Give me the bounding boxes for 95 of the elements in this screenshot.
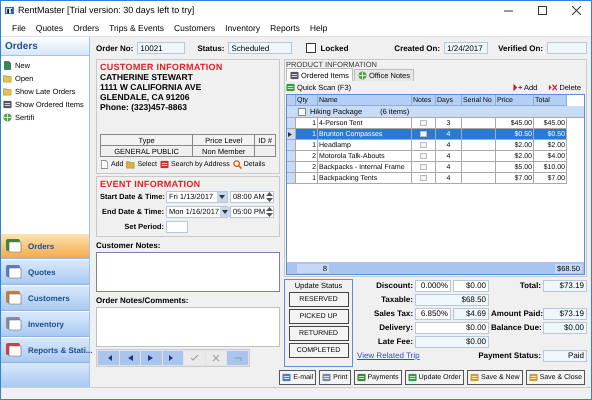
field-label: Balance Due: xyxy=(491,323,541,332)
search-icon xyxy=(232,160,242,168)
verified-date-field[interactable] xyxy=(547,42,587,54)
row-header xyxy=(287,95,296,106)
related-trip-link[interactable]: View Related Trip xyxy=(357,351,451,360)
spin-up-icon xyxy=(266,206,273,210)
row-header[interactable] xyxy=(287,129,296,140)
period-field[interactable] xyxy=(166,220,188,232)
field-label: Total: xyxy=(518,281,541,290)
sidebar-title: Orders xyxy=(1,37,89,56)
close-button[interactable] xyxy=(572,6,580,14)
dropdown-arrow-icon xyxy=(222,210,228,214)
next-icon xyxy=(147,355,156,361)
taxable-field: $68.50 xyxy=(415,294,489,306)
record-nav-button[interactable] xyxy=(141,351,162,365)
menu-item[interactable]: Reports xyxy=(265,22,305,32)
nav-icon xyxy=(4,289,24,307)
checkbox-label: Locked xyxy=(320,44,348,52)
field-label: Discount: xyxy=(375,281,413,290)
payment-status-field: Paid xyxy=(543,350,587,362)
field-label: Verified On: xyxy=(498,44,543,52)
menu-item[interactable]: Quotes xyxy=(30,22,68,32)
record-nav-button[interactable] xyxy=(162,351,184,365)
plus-icon xyxy=(512,83,522,92)
tax-field: $4.69 xyxy=(453,308,489,320)
maximize-button[interactable] xyxy=(538,6,546,14)
field-label: Customer Notes: xyxy=(96,241,162,250)
discount-percent-field[interactable]: 0.000% xyxy=(415,280,451,292)
table-cell xyxy=(254,146,276,156)
field-label: Order No: xyxy=(96,44,134,52)
menu-item[interactable]: File xyxy=(7,22,31,32)
section-title: EVENT INFORMATION xyxy=(100,179,202,189)
field-label: Sales Tax: xyxy=(373,309,413,318)
discount-field[interactable]: $0.00 xyxy=(453,280,489,292)
document-icon xyxy=(3,60,12,70)
field-label: Order Notes/Comments: xyxy=(96,296,190,305)
window-title: RentMaster [Trial version: 30 days left to try] xyxy=(18,5,196,15)
table-cell xyxy=(462,140,496,151)
customer-info-line: GLENDALE, CA 91206 xyxy=(100,92,190,102)
menu-item[interactable]: Inventory xyxy=(220,22,266,32)
nav-button[interactable]: Orders xyxy=(1,233,89,259)
field-label: Taxable: xyxy=(380,295,413,304)
current-row-icon xyxy=(288,132,292,136)
nav-icon xyxy=(4,263,24,281)
spin-down-icon xyxy=(266,212,273,216)
created-date-field[interactable]: 1/24/2017 xyxy=(444,42,488,54)
cancel-icon xyxy=(212,355,220,361)
record-nav-button[interactable] xyxy=(98,351,119,365)
table-cell xyxy=(462,129,496,140)
field-label: Late Fee: xyxy=(376,337,413,346)
amount-paid-field: $73.19 xyxy=(543,308,587,320)
nav-button[interactable]: Inventory xyxy=(1,311,89,337)
previous-icon xyxy=(126,355,134,361)
table-cell xyxy=(462,151,496,162)
nav-button[interactable]: Quotes xyxy=(1,259,89,285)
list-icon xyxy=(290,70,299,80)
document-icon xyxy=(100,160,109,168)
delete-icon xyxy=(548,83,558,92)
folder-icon xyxy=(126,160,136,168)
customer-info-line: 1111 W CALIFORNIA AVE xyxy=(100,82,202,92)
nav-button[interactable]: Customers xyxy=(1,285,89,311)
order-number-field[interactable]: 10021 xyxy=(137,42,186,54)
field-label: Status: xyxy=(197,44,224,52)
field-label: Payment Status: xyxy=(477,351,541,360)
menu-item[interactable]: Trips & Events xyxy=(104,22,170,32)
section-title: CUSTOMER INFORMATION xyxy=(100,62,224,72)
menu-item[interactable]: Help xyxy=(304,22,332,32)
field-label: Delivery: xyxy=(378,323,413,332)
table-cell xyxy=(462,162,496,173)
order-notes-field[interactable] xyxy=(96,307,280,347)
delivery-field[interactable]: $0.00 xyxy=(415,322,489,334)
total-field: $73.19 xyxy=(543,280,587,292)
record-nav-button[interactable] xyxy=(120,351,140,365)
nav-icon xyxy=(4,341,24,359)
dropdown-arrow-icon xyxy=(219,194,225,198)
tax-rate-field[interactable]: 6.850% xyxy=(415,308,451,320)
menu-item[interactable]: Orders xyxy=(68,22,104,32)
balance-field: $0.00 xyxy=(543,322,587,334)
nav-icon xyxy=(4,237,24,255)
spin-up-icon xyxy=(266,192,273,196)
check-icon xyxy=(190,355,199,361)
status-field[interactable]: Scheduled xyxy=(228,42,292,54)
customer-info-line: Phone: (323)457-8863 xyxy=(100,102,188,112)
field-label: Amount Paid: xyxy=(491,309,541,318)
late-fee-field: $0.00 xyxy=(415,336,489,348)
customer-notes-field[interactable] xyxy=(96,252,280,292)
menu-item[interactable]: Customers xyxy=(169,22,220,32)
customer-info-line: CATHERINE STEWART xyxy=(100,72,194,82)
checkbox[interactable] xyxy=(306,43,316,53)
table-cell xyxy=(462,173,496,184)
app-logo-icon xyxy=(5,6,14,14)
field-label: Created On: xyxy=(394,44,440,52)
nav-icon xyxy=(4,315,24,333)
spin-down-icon xyxy=(266,198,273,202)
collapse-icon[interactable] xyxy=(298,108,306,116)
